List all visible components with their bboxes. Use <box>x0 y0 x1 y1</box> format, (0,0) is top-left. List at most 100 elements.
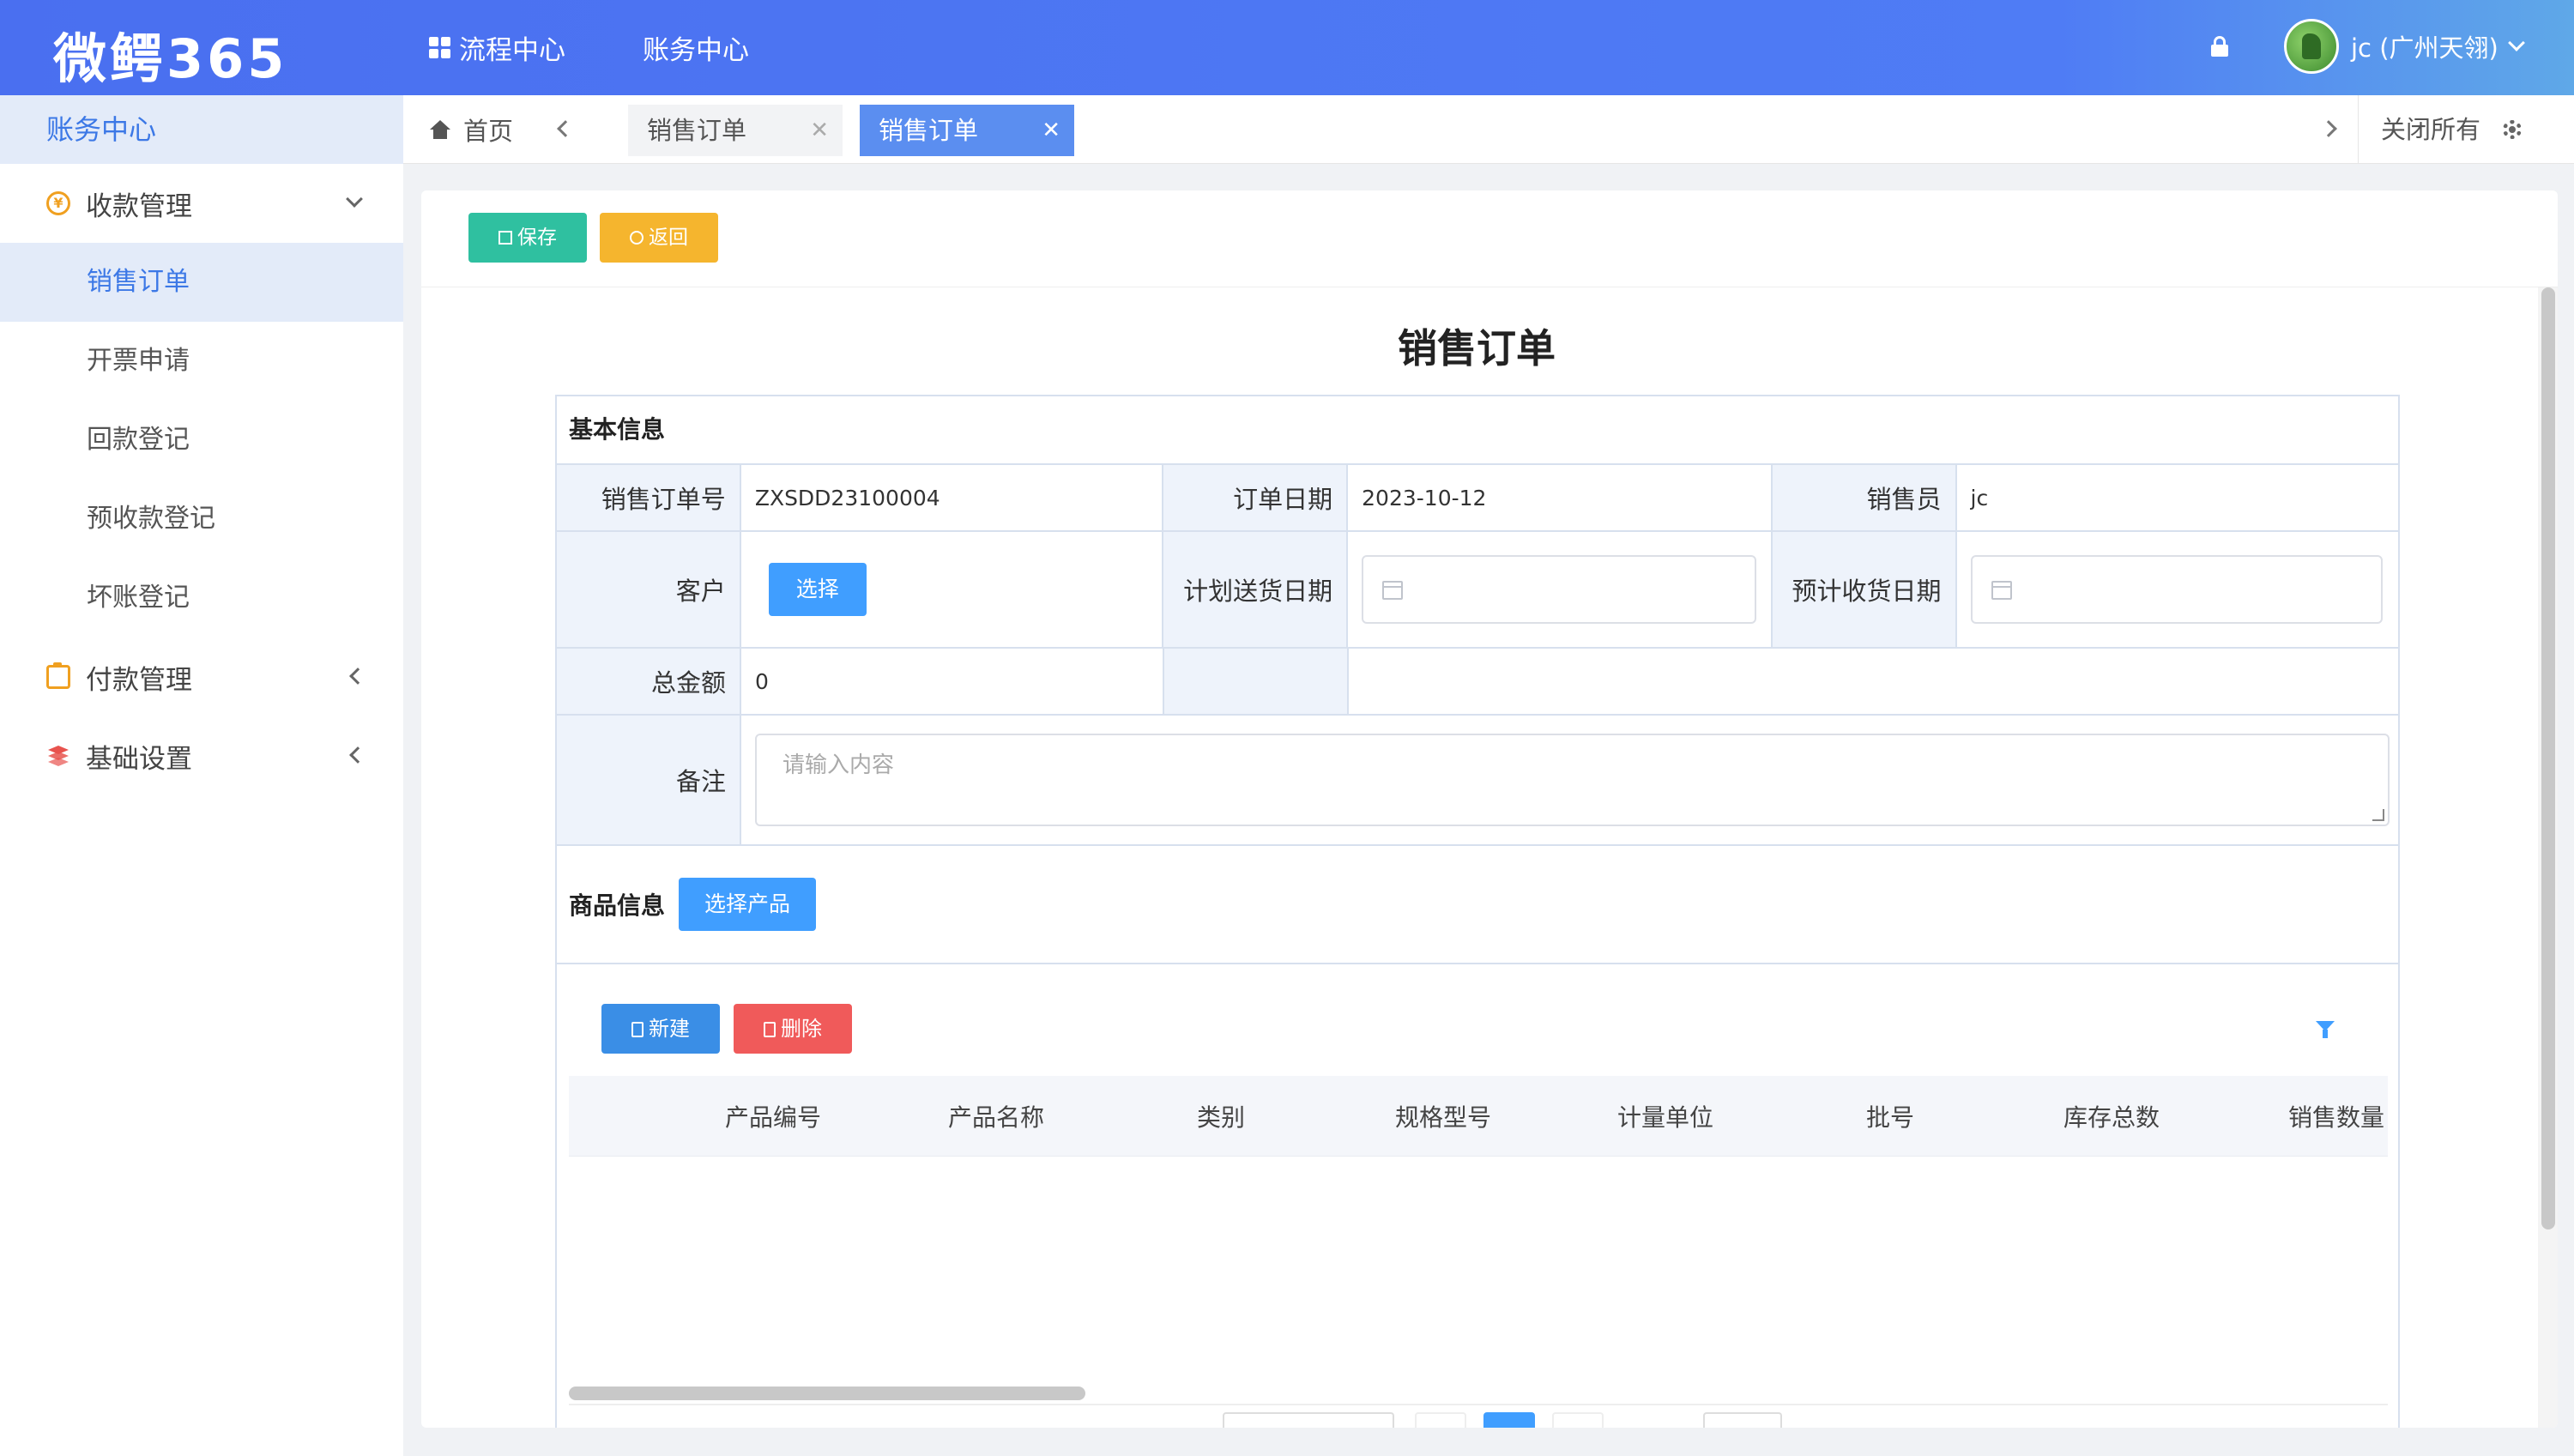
chevron-right-icon[interactable] <box>2320 120 2337 137</box>
sidebar-item-bad-debt[interactable]: 坏账登记 <box>0 559 403 637</box>
total-label: 总金额 <box>557 649 741 714</box>
tab-sales-order-active[interactable]: 销售订单 ✕ <box>860 105 1074 156</box>
sidebar-group-payables[interactable]: 付款管理 <box>0 637 403 716</box>
sidebar-group-label: 基础设置 <box>86 743 192 775</box>
section-goods-info: 商品信息 <box>569 891 666 920</box>
nav-label: 账务中心 <box>643 35 749 66</box>
user-name: jc (广州天翎) <box>2351 33 2498 63</box>
sidebar-item-invoice-request[interactable]: 开票申请 <box>0 322 403 401</box>
order-date-value: 2023-10-12 <box>1348 465 1773 530</box>
form-toolbar: 保存 返回 <box>421 190 2558 287</box>
sidebar-title: 账务中心 <box>0 95 403 164</box>
divider <box>2358 95 2359 164</box>
nav-finance-center[interactable]: 账务中心 <box>643 28 749 67</box>
empty-value-cell <box>1349 649 2398 714</box>
remark-cell: 请输入内容 <box>741 716 2398 844</box>
sidebar-group-basic-settings[interactable]: 基础设置 <box>0 716 403 795</box>
plan-delivery-cell <box>1348 532 1773 647</box>
scrollbar-thumb[interactable] <box>2541 287 2555 1229</box>
page-prev[interactable] <box>1415 1412 1466 1428</box>
filter-icon[interactable] <box>2316 1021 2335 1038</box>
gear-icon[interactable] <box>2503 120 2522 139</box>
vertical-scrollbar[interactable] <box>2538 287 2558 1428</box>
page-current[interactable] <box>1483 1412 1535 1428</box>
remark-label: 备注 <box>557 716 741 844</box>
avatar <box>2284 19 2339 74</box>
tabs-bar: 首页 销售订单 ✕ 销售订单 ✕ 关闭所有 <box>403 95 2574 164</box>
plan-delivery-date-input[interactable] <box>1362 555 1757 624</box>
tab-sales-order[interactable]: 销售订单 ✕ <box>628 105 843 156</box>
goods-section-header: 商品信息 选择产品 <box>557 846 2398 964</box>
clipboard-icon <box>46 662 70 689</box>
close-icon[interactable]: ✕ <box>1042 105 1060 156</box>
calendar-icon <box>1382 581 1404 600</box>
order-no-value: ZXSDD23100004 <box>741 465 1164 530</box>
top-nav: 流程中心 账务中心 <box>429 0 826 95</box>
column-header[interactable]: 计量单位 <box>1617 1099 1713 1133</box>
chevron-left-icon[interactable] <box>557 120 574 137</box>
chevron-down-icon <box>346 190 363 208</box>
nav-label: 流程中心 <box>459 35 565 66</box>
product-grid: 新建 删除 产品编号 产品名称 类别 规格型号 计量单位 批号 库存总数 销售数… <box>557 964 2398 1428</box>
sales-order-form: 基本信息 销售订单号 ZXSDD23100004 订单日期 2023-10-12… <box>555 395 2400 1428</box>
page-size-select[interactable] <box>1223 1412 1394 1428</box>
new-row-button[interactable]: 新建 <box>601 1004 720 1054</box>
sidebar-item-advance-receipt[interactable]: 预收款登记 <box>0 480 403 559</box>
choose-customer-button[interactable]: 选择 <box>768 563 867 616</box>
expected-receipt-date-input[interactable] <box>1970 555 2383 624</box>
column-header[interactable]: 批号 <box>1866 1099 1914 1133</box>
sidebar-group-label: 付款管理 <box>86 664 192 696</box>
section-basic-info: 基本信息 <box>569 415 666 444</box>
tab-label: 销售订单 <box>879 116 979 145</box>
layers-icon <box>46 744 70 768</box>
trash-icon <box>764 1022 776 1037</box>
tab-home[interactable]: 首页 <box>429 95 513 164</box>
grid-header-row: 产品编号 产品名称 类别 规格型号 计量单位 批号 库存总数 销售数量 <box>569 1076 2388 1157</box>
divider <box>569 1404 2388 1405</box>
plan-delivery-label: 计划送货日期 <box>1163 532 1349 647</box>
button-label: 新建 <box>649 1017 690 1041</box>
column-header[interactable]: 库存总数 <box>2063 1099 2160 1133</box>
lock-icon[interactable] <box>2211 36 2228 57</box>
empty-label-cell <box>1164 649 1349 714</box>
home-icon <box>429 120 451 139</box>
total-value: 0 <box>741 649 1164 714</box>
close-icon[interactable]: ✕ <box>810 105 829 156</box>
horizontal-scrollbar[interactable] <box>569 1387 1085 1400</box>
column-header[interactable]: 规格型号 <box>1395 1099 1491 1133</box>
close-all-tabs-button[interactable]: 关闭所有 <box>2381 95 2480 164</box>
column-header[interactable]: 产品编号 <box>725 1099 821 1133</box>
button-label: 删除 <box>781 1017 822 1041</box>
grid-icon <box>429 37 450 58</box>
save-button[interactable]: 保存 <box>468 213 587 263</box>
salesman-value: jc <box>1970 485 1989 511</box>
sidebar-item-sales-order[interactable]: 销售订单 <box>0 243 403 322</box>
order-no-label: 销售订单号 <box>557 465 741 530</box>
column-header[interactable]: 类别 <box>1197 1099 1245 1133</box>
sidebar: 账务中心 ¥ 收款管理 销售订单 开票申请 回款登记 预收款登记 坏账登记 付款… <box>0 95 403 1456</box>
page-jump-input[interactable] <box>1703 1412 1782 1428</box>
delete-row-button[interactable]: 删除 <box>734 1004 852 1054</box>
user-menu[interactable]: jc (广州天翎) <box>2284 19 2525 74</box>
back-circle-icon <box>630 231 644 245</box>
chevron-left-icon <box>349 746 366 764</box>
column-header[interactable]: 销售数量 <box>2288 1099 2384 1133</box>
top-header: 微鳄365 流程中心 账务中心 jc (广州天翎) <box>0 0 2574 95</box>
nav-process-center[interactable]: 流程中心 <box>429 28 565 67</box>
sidebar-group-receivables[interactable]: ¥ 收款管理 <box>0 164 403 243</box>
button-label: 返回 <box>649 227 688 249</box>
remark-textarea[interactable]: 请输入内容 <box>755 734 2390 826</box>
tab-label: 首页 <box>463 117 514 146</box>
page-next[interactable] <box>1552 1412 1604 1428</box>
tab-label: 销售订单 <box>647 116 747 145</box>
column-header[interactable]: 产品名称 <box>948 1099 1044 1133</box>
back-button[interactable]: 返回 <box>600 213 718 263</box>
sidebar-item-payment-registration[interactable]: 回款登记 <box>0 401 403 480</box>
customer-label: 客户 <box>557 532 741 647</box>
file-icon <box>631 1022 644 1037</box>
salesman-label: 销售员 <box>1772 465 1957 530</box>
calendar-icon <box>1991 581 2012 600</box>
main-panel: 保存 返回 销售订单 基本信息 销售订单号 ZXSDD23100004 订单日期… <box>421 190 2558 1428</box>
choose-product-button[interactable]: 选择产品 <box>679 878 817 931</box>
order-date-label: 订单日期 <box>1163 465 1349 530</box>
